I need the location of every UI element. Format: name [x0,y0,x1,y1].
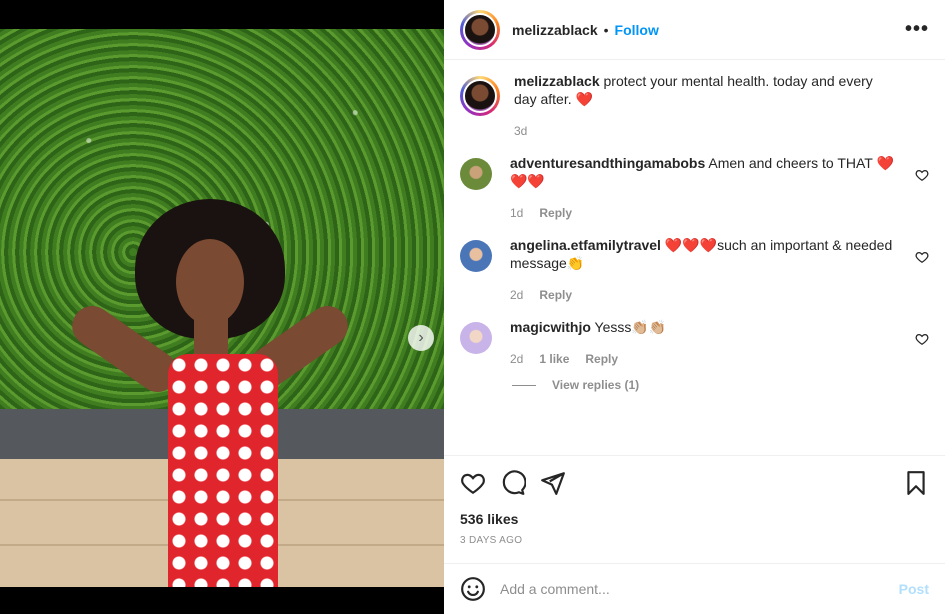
comment-icon[interactable] [500,469,526,496]
comment-item: adventuresandthingamabobs Amen and cheer… [460,154,929,222]
comment-username[interactable]: magicwithjo [510,319,591,335]
avatar-image [463,12,497,47]
photo-figure-face [176,239,244,325]
caption-body: melizzablack protect your mental health.… [514,72,929,140]
comment-username[interactable]: angelina.etfamilytravel [510,237,661,253]
comment-text: Yesss👏🏼👏🏼 [594,319,667,335]
comments-list[interactable]: melizzablack protect your mental health.… [444,60,945,455]
avatar-image [463,79,497,113]
reply-button[interactable]: Reply [539,286,572,304]
comment-body: magicwithjo Yesss👏🏼👏🏼 2d 1 like Reply [510,318,929,368]
action-bar [444,455,945,509]
heart-icon[interactable] [915,168,929,182]
comment-meta: 1d Reply [510,204,899,222]
bookmark-icon[interactable] [903,470,929,496]
emoji-icon[interactable] [460,576,486,602]
more-icon[interactable]: ••• [905,18,929,41]
view-replies-line [512,384,536,386]
author-username[interactable]: melizzablack [512,22,598,38]
separator-dot: • [603,21,609,38]
reply-button[interactable]: Reply [585,350,618,368]
reply-button[interactable]: Reply [539,204,572,222]
share-icon[interactable] [540,470,566,496]
heart-icon[interactable] [460,470,486,496]
post-panel: melizzablack • Follow ••• melizzablack p… [444,0,945,614]
heart-icon[interactable] [915,250,929,264]
comment-body: adventuresandthingamabobs Amen and cheer… [510,154,929,222]
post-header: melizzablack • Follow ••• [444,0,945,60]
comment-likes[interactable]: 1 like [539,350,569,368]
post-timestamp[interactable]: 3 DAYS AGO [444,527,945,546]
comment-time[interactable]: 2d [510,350,523,368]
view-replies-button[interactable]: View replies (1) [512,378,929,392]
comment-body: angelina.etfamilytravel ❤️❤️❤️such an im… [510,236,929,304]
comment-time[interactable]: 2d [510,286,523,304]
comment-item: angelina.etfamilytravel ❤️❤️❤️such an im… [460,236,929,304]
add-comment-bar: Post [444,563,945,614]
likes-count[interactable]: 536 likes [444,509,945,527]
view-replies-label: View replies (1) [552,378,640,392]
comment-meta: 2d 1 like Reply [510,350,899,368]
caption-username[interactable]: melizzablack [514,73,600,89]
post-comment-button[interactable]: Post [899,581,929,597]
caption: melizzablack protect your mental health.… [460,72,929,140]
photo-figure-dress [168,354,278,587]
caption-avatar[interactable] [460,76,500,116]
carousel-next-button[interactable]: › [408,325,434,351]
comment-input[interactable] [500,581,899,597]
comment-meta: 2d Reply [510,286,899,304]
caption-time[interactable]: 3d [514,122,527,140]
comment-item: magicwithjo Yesss👏🏼👏🏼 2d 1 like Reply [460,318,929,368]
follow-button[interactable]: Follow [615,22,659,38]
commenter-avatar[interactable] [460,158,492,190]
comment-time[interactable]: 1d [510,204,523,222]
caption-meta: 3d [514,122,899,140]
chevron-right-icon: › [418,329,424,346]
commenter-avatar[interactable] [460,240,492,272]
author-avatar[interactable] [460,9,500,50]
comment-username[interactable]: adventuresandthingamabobs [510,155,705,171]
heart-icon[interactable] [915,332,929,346]
post-media: › [0,0,444,614]
commenter-avatar[interactable] [460,322,492,354]
post-photo[interactable]: › [0,29,444,587]
